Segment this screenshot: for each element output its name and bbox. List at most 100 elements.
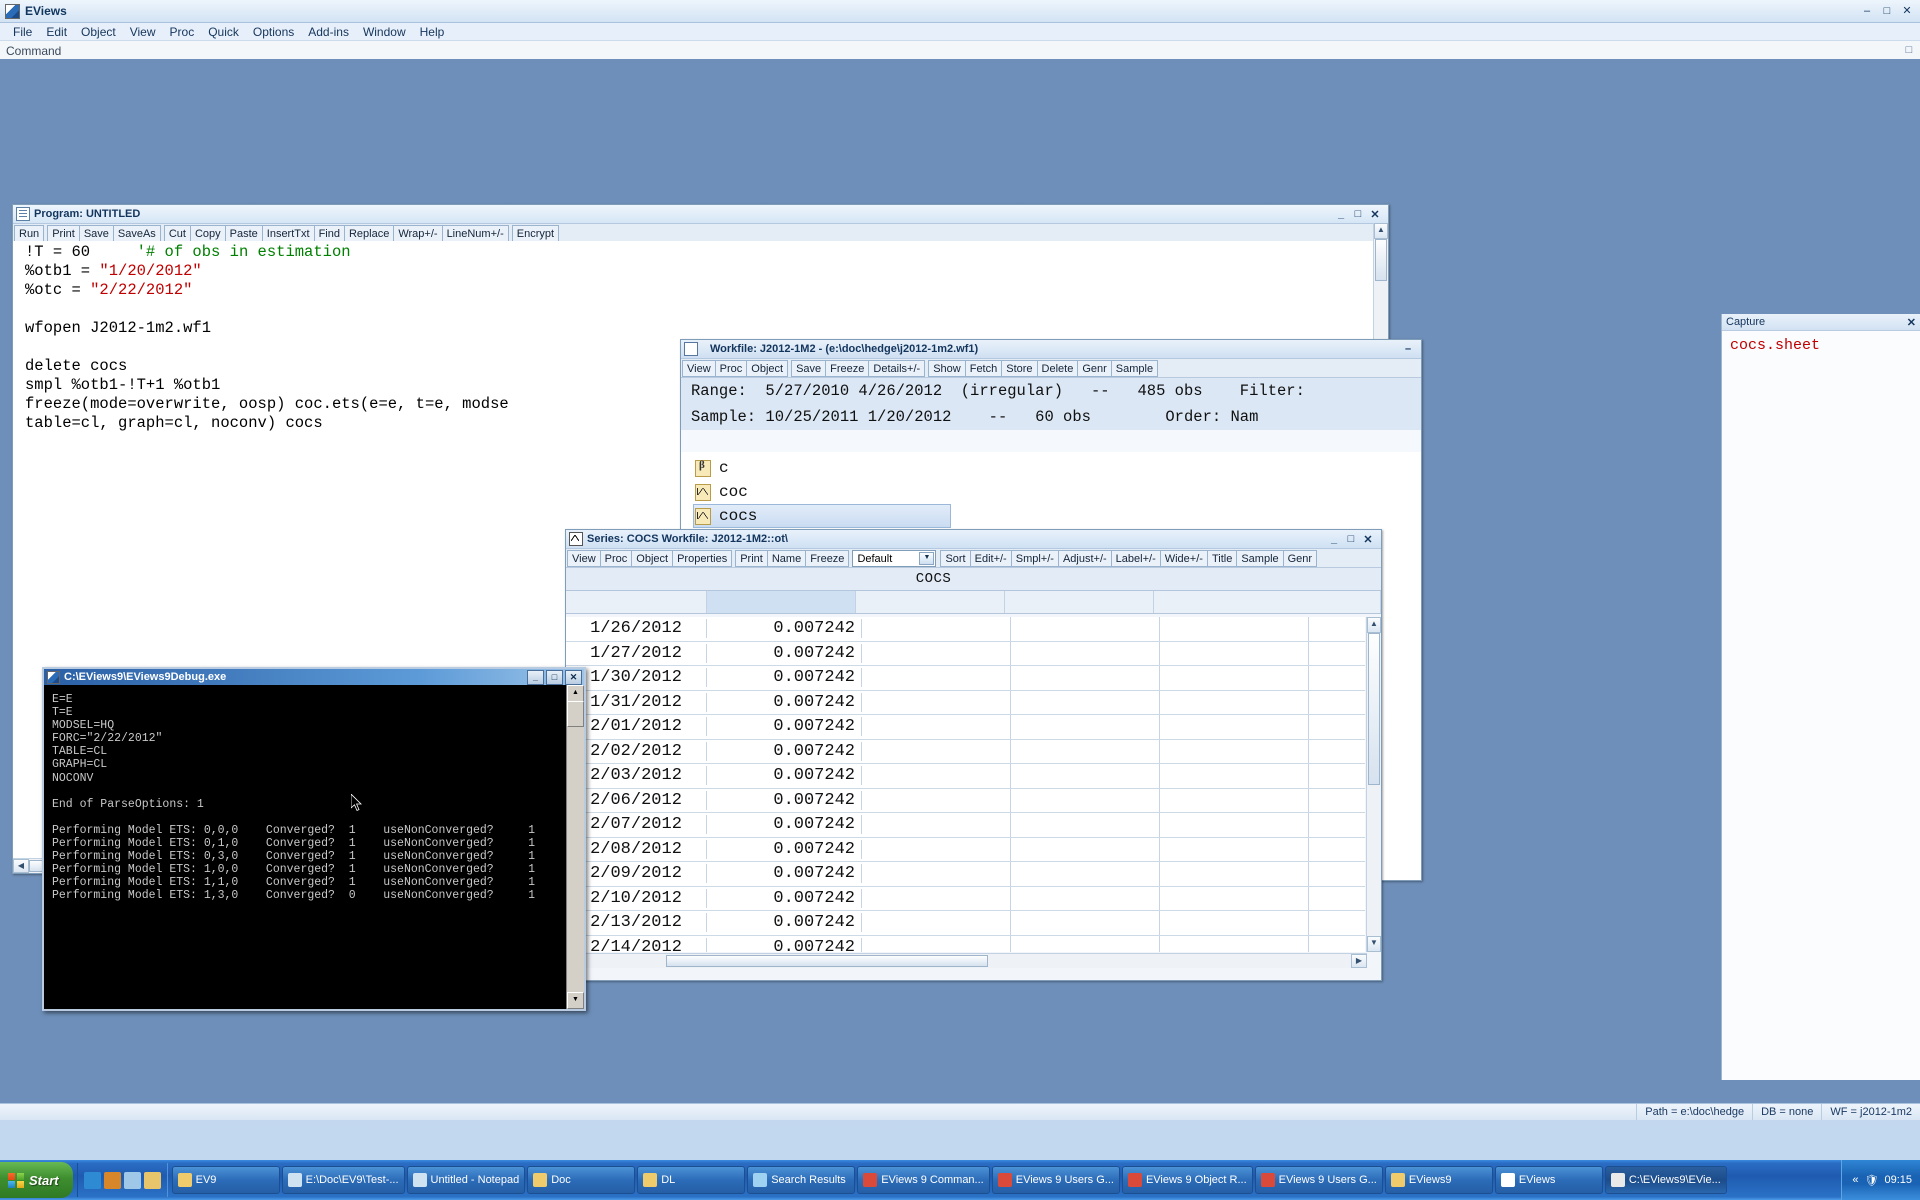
series-row[interactable]: 2/14/2012 0.007242	[566, 935, 1365, 952]
app-minimize-button[interactable]: –	[1858, 3, 1876, 19]
series-freeze-button[interactable]: Freeze	[805, 550, 850, 567]
taskbar-button[interactable]: Untitled - Notepad	[406, 1166, 526, 1194]
series-row[interactable]: 2/08/2012 0.007242	[566, 837, 1365, 862]
command-bar[interactable]: Command □	[0, 41, 1920, 61]
series-horizontal-scrollbar[interactable]: ◀ ▶	[566, 953, 1367, 968]
series-row-empty-cell[interactable]	[1160, 739, 1309, 763]
workfile-delete-button[interactable]: Delete	[1036, 360, 1079, 377]
series-row-empty-cell[interactable]	[1011, 641, 1160, 665]
workfile-proc-button[interactable]: Proc	[714, 360, 748, 377]
series-scroll-right-icon[interactable]: ▶	[1351, 954, 1367, 968]
workfile-save-button[interactable]: Save	[791, 360, 827, 377]
workfile-genr-button[interactable]: Genr	[1077, 360, 1112, 377]
series-smpl-button[interactable]: Smpl+/-	[1010, 550, 1059, 567]
workfile-view-button[interactable]: View	[682, 360, 716, 377]
series-name-button[interactable]: Name	[766, 550, 807, 567]
series-row-empty-cell[interactable]	[862, 911, 1011, 935]
folder-icon[interactable]	[143, 1171, 161, 1189]
menu-quick[interactable]: Quick	[201, 24, 246, 40]
tray-shield-icon[interactable]: 🛡	[1865, 1174, 1879, 1187]
program-saveas-button[interactable]: SaveAs	[112, 225, 161, 242]
taskbar-button[interactable]: EViews9	[1384, 1166, 1493, 1194]
series-row-empty-cell[interactable]	[862, 837, 1011, 861]
series-row-empty-cell[interactable]	[862, 666, 1011, 690]
series-proc-button[interactable]: Proc	[599, 550, 633, 567]
series-row-empty-cell[interactable]	[1160, 935, 1309, 952]
series-row-empty-cell[interactable]	[1160, 690, 1309, 714]
menu-window[interactable]: Window	[356, 24, 413, 40]
series-row-empty-cell[interactable]	[1160, 813, 1309, 837]
start-button[interactable]: Start	[0, 1162, 73, 1198]
series-row-empty-cell[interactable]	[1011, 862, 1160, 886]
program-run-button[interactable]: Run	[14, 225, 45, 242]
taskbar-button[interactable]: EViews 9 Users G...	[1254, 1166, 1383, 1194]
series-edit-button[interactable]: Edit+/-	[969, 550, 1012, 567]
console-scroll-down-icon[interactable]: ▼	[567, 992, 584, 1009]
series-col-blank-2[interactable]	[1005, 591, 1154, 613]
series-row-empty-cell[interactable]	[862, 617, 1011, 641]
series-row-empty-cell[interactable]	[1011, 617, 1160, 641]
console-close-button[interactable]: ✕	[565, 669, 582, 685]
console-minimize-button[interactable]: _	[527, 669, 544, 685]
chevron-down-icon[interactable]: ▼	[919, 552, 935, 565]
program-copy-button[interactable]: Copy	[189, 225, 226, 242]
program-close-button[interactable]: ✕	[1368, 208, 1382, 221]
capture-close-icon[interactable]: ✕	[1907, 316, 1916, 329]
taskbar-button[interactable]: EViews 9 Comman...	[857, 1166, 990, 1194]
series-sample-button[interactable]: Sample	[1236, 550, 1284, 567]
series-wide-button[interactable]: Wide+/-	[1159, 550, 1208, 567]
workfile-minimize-button[interactable]: –	[1401, 343, 1415, 355]
series-row-empty-cell[interactable]	[1011, 886, 1160, 910]
workfile-sample-button[interactable]: Sample	[1110, 360, 1159, 377]
series-scroll-up-icon[interactable]: ▲	[1367, 617, 1381, 633]
menu-options[interactable]: Options	[246, 24, 301, 40]
series-vertical-scrollbar[interactable]: ▲ ▼	[1366, 617, 1381, 952]
series-row-empty-cell[interactable]	[862, 764, 1011, 788]
menu-view[interactable]: View	[123, 24, 163, 40]
series-row-empty-cell[interactable]	[1160, 666, 1309, 690]
series-row[interactable]: 2/02/2012 0.007242	[566, 739, 1365, 764]
series-row-empty-cell[interactable]	[1160, 911, 1309, 935]
series-row-empty-cell[interactable]	[862, 935, 1011, 952]
series-col-blank-1[interactable]	[856, 591, 1005, 613]
menu-addins[interactable]: Add-ins	[301, 24, 356, 40]
program-print-button[interactable]: Print	[47, 225, 80, 242]
series-row[interactable]: 1/26/2012 0.007242	[566, 617, 1365, 642]
series-col-value[interactable]	[707, 591, 856, 613]
series-row-empty-cell[interactable]	[1011, 911, 1160, 935]
console-scroll-thumb[interactable]	[567, 701, 584, 727]
media-icon[interactable]	[123, 1171, 141, 1189]
series-row-empty-cell[interactable]	[1160, 788, 1309, 812]
series-scroll-thumb[interactable]	[1368, 633, 1380, 785]
series-label-button[interactable]: Label+/-	[1110, 550, 1161, 567]
program-linenum-button[interactable]: LineNum+/-	[441, 225, 509, 242]
program-save-button[interactable]: Save	[78, 225, 114, 242]
menu-proc[interactable]: Proc	[163, 24, 202, 40]
workfile-freeze-button[interactable]: Freeze	[825, 360, 870, 377]
series-scroll-down-icon[interactable]: ▼	[1367, 936, 1381, 952]
series-row-empty-cell[interactable]	[1160, 641, 1309, 665]
series-row-empty-cell[interactable]	[1011, 935, 1160, 952]
program-replace-button[interactable]: Replace	[343, 225, 395, 242]
program-scroll-up-icon[interactable]: ▲	[1374, 223, 1388, 239]
series-row-empty-cell[interactable]	[1160, 862, 1309, 886]
taskbar-button[interactable]: C:\EViews9\EVie...	[1604, 1166, 1727, 1194]
series-row-empty-cell[interactable]	[862, 886, 1011, 910]
menu-file[interactable]: File	[6, 24, 39, 40]
internet-explorer-icon[interactable]	[103, 1171, 121, 1189]
series-row-empty-cell[interactable]	[862, 690, 1011, 714]
program-find-button[interactable]: Find	[313, 225, 345, 242]
series-row-empty-cell[interactable]	[1011, 813, 1160, 837]
taskbar-button[interactable]: Doc	[527, 1166, 636, 1194]
workfile-show-button[interactable]: Show	[928, 360, 966, 377]
series-row-empty-cell[interactable]	[862, 739, 1011, 763]
series-title-button[interactable]: Title	[1206, 550, 1238, 567]
series-genr-button[interactable]: Genr	[1282, 550, 1318, 567]
series-print-button[interactable]: Print	[735, 550, 768, 567]
series-row[interactable]: 1/31/2012 0.007242	[566, 690, 1365, 715]
series-row[interactable]: 2/06/2012 0.007242	[566, 788, 1365, 813]
program-scroll-left-icon[interactable]: ◀	[13, 859, 29, 873]
series-row-empty-cell[interactable]	[1160, 764, 1309, 788]
series-row-empty-cell[interactable]	[1011, 788, 1160, 812]
taskbar-button[interactable]: Search Results	[747, 1166, 856, 1194]
